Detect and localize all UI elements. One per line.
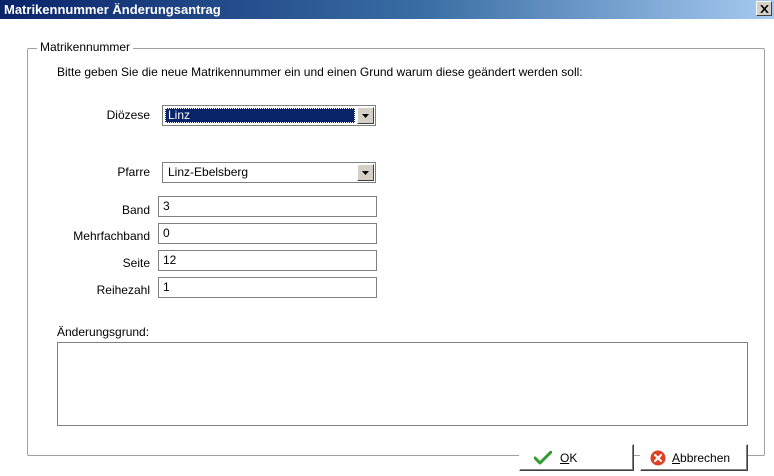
- title-bar: Matrikennummer Änderungsantrag: [0, 0, 774, 19]
- band-label: Band: [121, 203, 150, 217]
- cancel-button[interactable]: Abbrechen: [640, 444, 748, 471]
- checkmark-icon: [534, 450, 552, 465]
- mehrfachband-input[interactable]: 0: [158, 223, 377, 244]
- chevron-down-icon: [362, 113, 369, 118]
- instruction-text: Bitte geben Sie die neue Matrikennummer …: [57, 65, 583, 79]
- dioezese-label: Diözese: [106, 108, 150, 122]
- close-button[interactable]: [756, 1, 772, 16]
- cancel-icon: [650, 450, 666, 466]
- close-icon: [759, 4, 769, 13]
- cancel-label: Abbrechen: [672, 450, 731, 465]
- pfarre-label: Pfarre: [117, 165, 150, 179]
- dioezese-select[interactable]: Linz: [162, 105, 376, 126]
- pfarre-dropdown-button[interactable]: [357, 164, 374, 181]
- pfarre-select[interactable]: Linz-Ebelsberg: [162, 162, 376, 183]
- aenderungsgrund-textarea[interactable]: [57, 342, 748, 426]
- mehrfachband-label: Mehrfachband: [73, 229, 150, 243]
- dioezese-selected-value: Linz: [165, 108, 355, 123]
- reihezahl-label: Reihezahl: [96, 283, 150, 297]
- group-legend: Matrikennummer: [37, 40, 134, 54]
- band-input[interactable]: 3: [158, 196, 377, 217]
- seite-label: Seite: [122, 256, 150, 270]
- ok-label: OK: [560, 450, 578, 465]
- ok-button[interactable]: OK: [519, 444, 634, 471]
- window-title: Matrikennummer Änderungsantrag: [4, 2, 221, 17]
- dioezese-dropdown-button[interactable]: [357, 107, 374, 124]
- aenderungsgrund-label: Änderungsgrund:: [57, 325, 150, 339]
- seite-input[interactable]: 12: [158, 250, 377, 271]
- chevron-down-icon: [362, 170, 369, 175]
- reihezahl-input[interactable]: 1: [158, 277, 377, 298]
- pfarre-selected-value: Linz-Ebelsberg: [168, 165, 249, 179]
- dialog-body: Matrikennummer Bitte geben Sie die neue …: [0, 19, 774, 476]
